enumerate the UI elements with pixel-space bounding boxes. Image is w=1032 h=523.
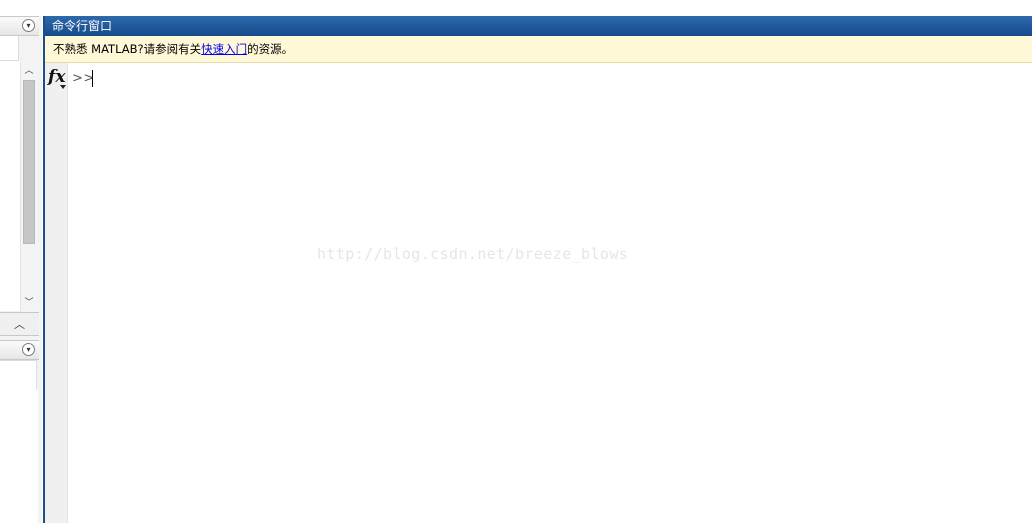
text-cursor [92,70,93,87]
command-window-title: 命令行窗口 [52,19,113,33]
watermark-text: http://blog.csdn.net/breeze_blows [317,245,629,263]
chevron-up-icon[interactable]: ︿ [14,316,25,332]
scroll-up-icon[interactable]: ︿ [21,64,37,78]
top-edge [0,0,42,16]
workspace-panel-header[interactable]: ▾ [0,340,39,360]
info-message: 不熟悉 MATLAB?请参阅有关快速入门的资源。 [53,43,293,56]
current-folder-file-list[interactable] [0,61,20,311]
details-collapse-bar[interactable]: ︿ [0,312,39,336]
info-prefix: 不熟悉 MATLAB?请参阅有关 [53,42,202,56]
chevron-down-circle-icon[interactable]: ▾ [22,343,35,356]
getting-started-info-bar: 不熟悉 MATLAB?请参阅有关快速入门的资源。 [45,36,1032,63]
scroll-down-icon[interactable]: ﹀ [21,296,37,310]
current-folder-path-field[interactable] [0,36,19,61]
command-window: 命令行窗口 不熟悉 MATLAB?请参阅有关快速入门的资源。 fx >> [43,16,1032,523]
getting-started-link[interactable]: 快速入门 [201,42,247,56]
left-panel-column: ▾ ︿ ﹀ ︿ ▾ [0,0,42,523]
command-gutter: fx [45,63,68,523]
info-suffix: 的资源。 [247,42,294,56]
workspace-variable-list[interactable] [0,389,38,523]
current-folder-scrollbar[interactable]: ︿ ﹀ [20,62,37,312]
workspace-column-header[interactable] [0,360,37,390]
function-browser-button[interactable]: fx [48,67,65,87]
chevron-down-circle-icon[interactable]: ▾ [22,19,35,32]
dropdown-arrow-icon [60,85,66,89]
command-window-title-bar[interactable]: 命令行窗口 [45,16,1032,36]
scrollbar-thumb[interactable] [23,80,35,244]
current-folder-panel-header[interactable]: ▾ [0,16,39,36]
command-input-area[interactable] [68,64,1032,523]
